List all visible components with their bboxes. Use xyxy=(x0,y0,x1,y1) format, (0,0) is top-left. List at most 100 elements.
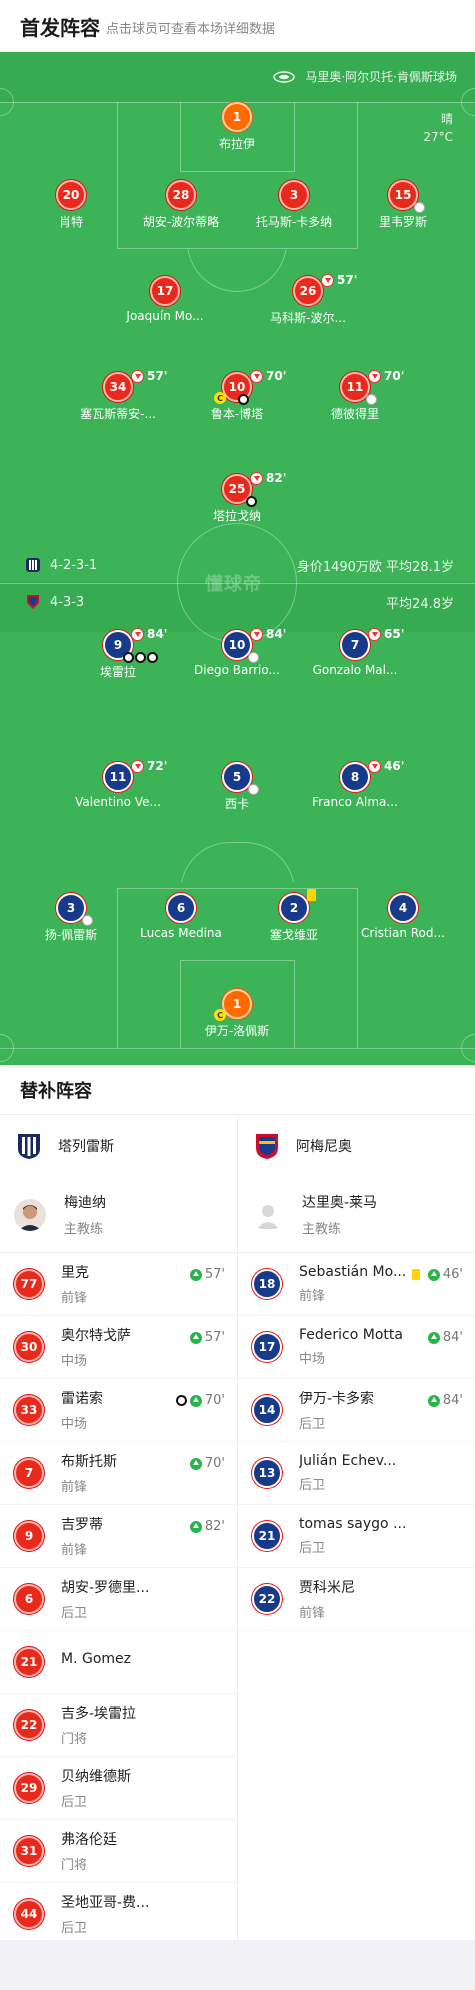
goal-icons xyxy=(123,652,159,663)
sub-player-row[interactable]: 21 M. Gomez xyxy=(0,1631,237,1694)
sub-off-icon xyxy=(131,628,144,641)
coach-name: 达里奥-莱马 xyxy=(302,1195,378,1211)
away-formation: 4-3-3 xyxy=(50,594,85,610)
sub-name: M. Gomez xyxy=(61,1651,131,1667)
home-team-stats: 身价1490万欧 平均28.1岁 xyxy=(296,559,454,575)
sub-name: 里克 xyxy=(61,1265,89,1281)
sub-off-icon xyxy=(250,628,263,641)
sub-position: 前锋 xyxy=(299,1289,326,1304)
player-home[interactable]: 1 布拉伊 xyxy=(182,102,292,152)
venue: 马里奥·阿尔贝托·肯佩斯球场 xyxy=(273,68,457,85)
player-home[interactable]: 3 托马斯-卡多纳 xyxy=(239,180,349,230)
lineup-header: 首发阵容 点击球员可查看本场详细数据 xyxy=(0,0,475,52)
sub-player-row[interactable]: 44 圣地亚哥-费... 后卫 xyxy=(0,1883,237,1946)
sub-player-row[interactable]: 17 Federico Motta 中场 84' xyxy=(238,1316,475,1379)
player-number-badge: 2 xyxy=(279,889,316,923)
sub-on-icon xyxy=(427,1268,440,1281)
player-home[interactable]: 34 57' 塞瓦斯蒂安-... xyxy=(63,369,173,422)
player-away[interactable]: 8 46' Franco Alma... xyxy=(300,759,410,809)
player-number-badge: 11 70' xyxy=(340,369,404,405)
sub-player-row[interactable]: 33 雷诺索 中场 70' xyxy=(0,1379,237,1442)
sub-off-icon xyxy=(250,472,263,485)
player-home[interactable]: 11 70' 德彼得里 xyxy=(300,369,410,422)
coach-avatar xyxy=(14,1198,46,1231)
sub-position: 后卫 xyxy=(299,1417,326,1432)
sub-event: 70' xyxy=(189,1456,225,1471)
player-number-badge: 25 82' xyxy=(222,471,286,507)
player-name: 塞戈维亚 xyxy=(269,928,318,942)
player-away-captain[interactable]: 1 C 伊万-洛佩斯 xyxy=(182,989,292,1039)
player-home[interactable]: 17 Joaquín Mo... xyxy=(110,276,220,323)
sub-minute: 57' xyxy=(147,369,168,383)
player-away[interactable]: 7 65' Gonzalo Mal... xyxy=(300,627,410,677)
sub-number-badge: 13 xyxy=(252,1458,282,1488)
home-team-header[interactable]: 塔列雷斯 xyxy=(0,1115,237,1177)
player-home-captain[interactable]: 10 70' C 鲁本-博塔 xyxy=(182,369,292,422)
corner-arc xyxy=(0,1034,14,1062)
sub-player-row[interactable]: 31 弗洛伦廷 门将 xyxy=(0,1820,237,1883)
goal-ball-icon xyxy=(135,652,146,663)
player-away[interactable]: 11 72' Valentino Ve... xyxy=(63,759,173,809)
away-team-name: 阿梅尼奥 xyxy=(296,1139,352,1155)
bottom-spacer xyxy=(0,1940,475,1990)
player-home[interactable]: 20 肖特 xyxy=(16,180,126,230)
home-coach[interactable]: 梅迪纳 主教练 xyxy=(0,1177,237,1253)
sub-player-row[interactable]: 9 吉罗蒂 前锋 82' xyxy=(0,1505,237,1568)
coach-avatar-placeholder xyxy=(252,1198,284,1231)
sub-number-badge: 44 xyxy=(14,1899,44,1929)
captain-icon: C xyxy=(214,1009,226,1021)
away-coach[interactable]: 达里奥-莱马 主教练 xyxy=(238,1177,475,1253)
player-home[interactable]: 28 胡安-波尔蒂略 xyxy=(126,180,236,230)
player-number-badge: 28 xyxy=(166,180,196,210)
sub-off-icon xyxy=(368,370,381,383)
player-away[interactable]: 6 Lucas Medina xyxy=(126,893,236,940)
sub-number-badge: 21 xyxy=(14,1647,44,1677)
sub-on-icon xyxy=(189,1331,202,1344)
sub-player-row[interactable]: 7 布斯托斯 前锋 70' xyxy=(0,1442,237,1505)
player-home[interactable]: 26 57' 马科斯-波尔... xyxy=(253,273,363,326)
player-home[interactable]: 25 82' 塔拉戈纳 xyxy=(182,471,292,524)
yellow-card-icon xyxy=(307,889,316,901)
sub-position: 中场 xyxy=(299,1352,326,1367)
sub-name: 伊万-卡多索 xyxy=(299,1391,375,1407)
player-away[interactable]: 2 塞戈维亚 xyxy=(239,889,349,943)
player-name: 鲁本-博塔 xyxy=(210,407,264,421)
away-team-header[interactable]: 阿梅尼奥 xyxy=(238,1115,475,1177)
sub-position: 前锋 xyxy=(61,1480,88,1495)
away-team-info: 4-3-3 平均24.8岁 xyxy=(24,592,454,612)
sub-event: 82' xyxy=(189,1519,225,1534)
sub-player-row[interactable]: 30 奥尔特戈萨 中场 57' xyxy=(0,1316,237,1379)
sub-off-icon xyxy=(321,274,334,287)
sub-player-row[interactable]: 29 贝纳维德斯 后卫 xyxy=(0,1757,237,1820)
sub-player-row[interactable]: 77 里克 前锋 57' xyxy=(0,1253,237,1316)
player-away[interactable]: 5 西卡 xyxy=(182,762,292,812)
sub-minute: 70' xyxy=(384,369,405,383)
player-away[interactable]: 3 扬-佩雷斯 xyxy=(16,893,126,943)
sub-on-icon xyxy=(189,1394,202,1407)
sub-minute: 84' xyxy=(266,627,287,641)
player-away[interactable]: 9 84' 埃雷拉 xyxy=(63,627,173,680)
sub-player-row[interactable]: 22 吉多-埃雷拉 门将 xyxy=(0,1694,237,1757)
sub-player-row[interactable]: 13 Julián Echev... 后卫 xyxy=(238,1442,475,1505)
sub-player-row[interactable]: 18 Sebastián Mo... 前锋 46' xyxy=(238,1253,475,1316)
player-number-badge: 10 70' C xyxy=(214,369,286,405)
player-number-badge: 11 72' xyxy=(103,759,167,792)
sub-off-icon xyxy=(368,628,381,641)
weather: 晴 27°C xyxy=(423,110,453,146)
sub-position: 后卫 xyxy=(61,1606,88,1621)
sub-player-row[interactable]: 21 tomas saygo ... 后卫 xyxy=(238,1505,475,1568)
sub-player-row[interactable]: 14 伊万-卡多索 后卫 84' xyxy=(238,1379,475,1442)
player-away[interactable]: 10 84' Diego Barrio... xyxy=(182,627,292,677)
stadium-icon xyxy=(273,70,296,83)
player-number-badge: 4 xyxy=(388,893,418,923)
player-name: 胡安-波尔蒂略 xyxy=(142,215,220,229)
player-away[interactable]: 4 Cristian Rod... xyxy=(348,893,458,940)
sub-number-badge: 7 xyxy=(14,1458,44,1488)
goal-ball-icon xyxy=(246,496,257,507)
sub-position: 门将 xyxy=(61,1858,88,1873)
player-home[interactable]: 15 里韦罗斯 xyxy=(348,180,458,230)
player-number-badge: 26 57' xyxy=(293,273,357,306)
sub-player-row[interactable]: 6 胡安-罗德里... 后卫 xyxy=(0,1568,237,1631)
sub-player-row[interactable]: 22 贾科米尼 前锋 xyxy=(238,1568,475,1631)
weather-temp: 27°C xyxy=(423,130,453,144)
